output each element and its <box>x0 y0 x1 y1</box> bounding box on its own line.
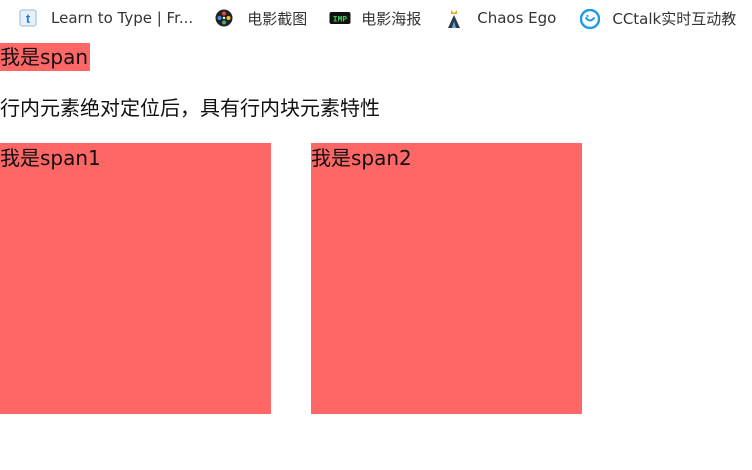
bookmark-film-screenshots[interactable]: 电影截图 <box>209 4 313 32</box>
imp-poster-icon: IMP <box>329 9 351 27</box>
absolute-span-1: 我是span1 <box>0 143 271 414</box>
film-reel-icon <box>215 9 233 27</box>
svg-text:IMP: IMP <box>333 16 348 25</box>
absolute-span-2: 我是span2 <box>311 143 582 414</box>
inline-span: 我是span <box>0 43 91 71</box>
info-paragraph: 行内元素绝对定位后，具有行内块元素特性 <box>0 96 380 120</box>
bookmark-label: 电影海报 <box>361 9 422 28</box>
bookmark-cctalk[interactable]: CCtalk实时互动教 <box>574 4 742 32</box>
bookmark-chaos-ego[interactable]: Chaos Ego <box>439 4 562 32</box>
chaos-ego-icon <box>445 9 463 28</box>
svg-text:t: t <box>26 11 31 26</box>
bookmark-label: Chaos Ego <box>477 9 557 27</box>
bookmark-label: CCtalk实时互动教 <box>612 9 737 28</box>
bookmarks-bar: t Learn to Type | Fr... 电影截图 IMP 电影海报 Ch… <box>0 0 752 36</box>
bookmark-film-posters[interactable]: IMP 电影海报 <box>323 4 427 32</box>
bookmark-label: 电影截图 <box>247 9 308 28</box>
typing-t-icon: t <box>19 9 37 27</box>
bookmark-learn-to-type[interactable]: t Learn to Type | Fr... <box>13 4 199 32</box>
cctalk-icon <box>580 8 601 30</box>
bookmark-label: Learn to Type | Fr... <box>51 9 194 27</box>
